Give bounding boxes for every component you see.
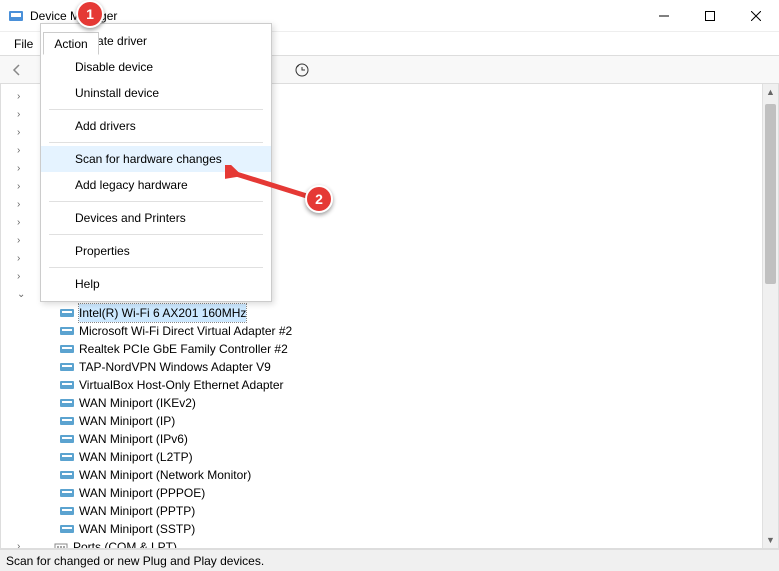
device-label: WAN Miniport (IP) — [79, 412, 175, 430]
menu-separator — [49, 267, 263, 268]
device-label: WAN Miniport (PPTP) — [79, 502, 195, 520]
menu-action[interactable]: Action — [43, 32, 98, 55]
network-adapter-icon — [59, 324, 75, 338]
device-item[interactable]: WAN Miniport (IPv6) — [1, 430, 778, 448]
device-label: WAN Miniport (IKEv2) — [79, 394, 196, 412]
scroll-down-icon[interactable]: ▼ — [763, 532, 778, 548]
device-item[interactable]: WAN Miniport (PPPOE) — [1, 484, 778, 502]
device-label: WAN Miniport (PPPOE) — [79, 484, 205, 502]
network-adapter-icon — [59, 450, 75, 464]
network-adapter-icon — [59, 486, 75, 500]
annotation-callout-2: 2 — [305, 185, 333, 213]
menu-separator — [49, 142, 263, 143]
window-title: Device Manager — [30, 9, 117, 23]
menu-uninstall-device[interactable]: Uninstall device — [41, 80, 271, 106]
device-item[interactable]: Microsoft Wi-Fi Direct Virtual Adapter #… — [1, 322, 778, 340]
tree-category[interactable]: ›Ports (COM & LPT) — [1, 538, 778, 549]
menu-separator — [49, 109, 263, 110]
network-adapter-icon — [59, 414, 75, 428]
device-item-selected[interactable]: Intel(R) Wi-Fi 6 AX201 160MHz — [1, 304, 778, 322]
menu-separator — [49, 234, 263, 235]
device-label: WAN Miniport (Network Monitor) — [79, 466, 251, 484]
menu-devices-printers[interactable]: Devices and Printers — [41, 205, 271, 231]
network-adapter-icon — [59, 522, 75, 536]
device-item[interactable]: WAN Miniport (SSTP) — [1, 520, 778, 538]
annotation-callout-1: 1 — [76, 0, 104, 28]
device-item[interactable]: TAP-NordVPN Windows Adapter V9 — [1, 358, 778, 376]
device-item[interactable]: WAN Miniport (Network Monitor) — [1, 466, 778, 484]
network-adapter-icon — [59, 360, 75, 374]
annotation-arrow-icon — [225, 165, 315, 205]
vertical-scrollbar[interactable]: ▲ ▼ — [762, 84, 778, 548]
device-label: VirtualBox Host-Only Ethernet Adapter — [79, 376, 284, 394]
scrollbar-thumb[interactable] — [765, 104, 776, 284]
device-item[interactable]: WAN Miniport (IP) — [1, 412, 778, 430]
device-label: WAN Miniport (IPv6) — [79, 430, 188, 448]
network-adapter-icon — [59, 342, 75, 356]
close-button[interactable] — [733, 0, 779, 32]
ports-icon — [53, 540, 69, 549]
action-dropdown: Update driver Disable device Uninstall d… — [40, 23, 272, 302]
device-label: Intel(R) Wi-Fi 6 AX201 160MHz — [79, 304, 246, 322]
network-adapter-icon — [59, 396, 75, 410]
category-label: Ports (COM & LPT) — [73, 538, 177, 549]
device-item[interactable]: WAN Miniport (L2TP) — [1, 448, 778, 466]
maximize-button[interactable] — [687, 0, 733, 32]
device-label: Microsoft Wi-Fi Direct Virtual Adapter #… — [79, 322, 292, 340]
back-button[interactable] — [6, 59, 28, 81]
menu-help-item[interactable]: Help — [41, 271, 271, 297]
menu-properties[interactable]: Properties — [41, 238, 271, 264]
scroll-up-icon[interactable]: ▲ — [763, 84, 778, 100]
menu-disable-device[interactable]: Disable device — [41, 54, 271, 80]
device-label: Realtek PCIe GbE Family Controller #2 — [79, 340, 288, 358]
menu-add-drivers[interactable]: Add drivers — [41, 113, 271, 139]
device-item[interactable]: Realtek PCIe GbE Family Controller #2 — [1, 340, 778, 358]
device-label: TAP-NordVPN Windows Adapter V9 — [79, 358, 271, 376]
device-label: WAN Miniport (SSTP) — [79, 520, 195, 538]
status-text: Scan for changed or new Plug and Play de… — [6, 554, 264, 568]
minimize-button[interactable] — [641, 0, 687, 32]
network-adapter-icon — [59, 306, 75, 320]
statusbar: Scan for changed or new Plug and Play de… — [0, 549, 779, 571]
menu-file[interactable]: File — [4, 32, 43, 55]
network-adapter-icon — [59, 432, 75, 446]
scan-icon[interactable] — [291, 59, 313, 81]
network-adapter-icon — [59, 378, 75, 392]
device-item[interactable]: WAN Miniport (IKEv2) — [1, 394, 778, 412]
device-item[interactable]: WAN Miniport (PPTP) — [1, 502, 778, 520]
network-adapter-icon — [59, 504, 75, 518]
device-item[interactable]: VirtualBox Host-Only Ethernet Adapter — [1, 376, 778, 394]
app-icon — [8, 8, 24, 24]
network-adapter-icon — [59, 468, 75, 482]
device-label: WAN Miniport (L2TP) — [79, 448, 193, 466]
